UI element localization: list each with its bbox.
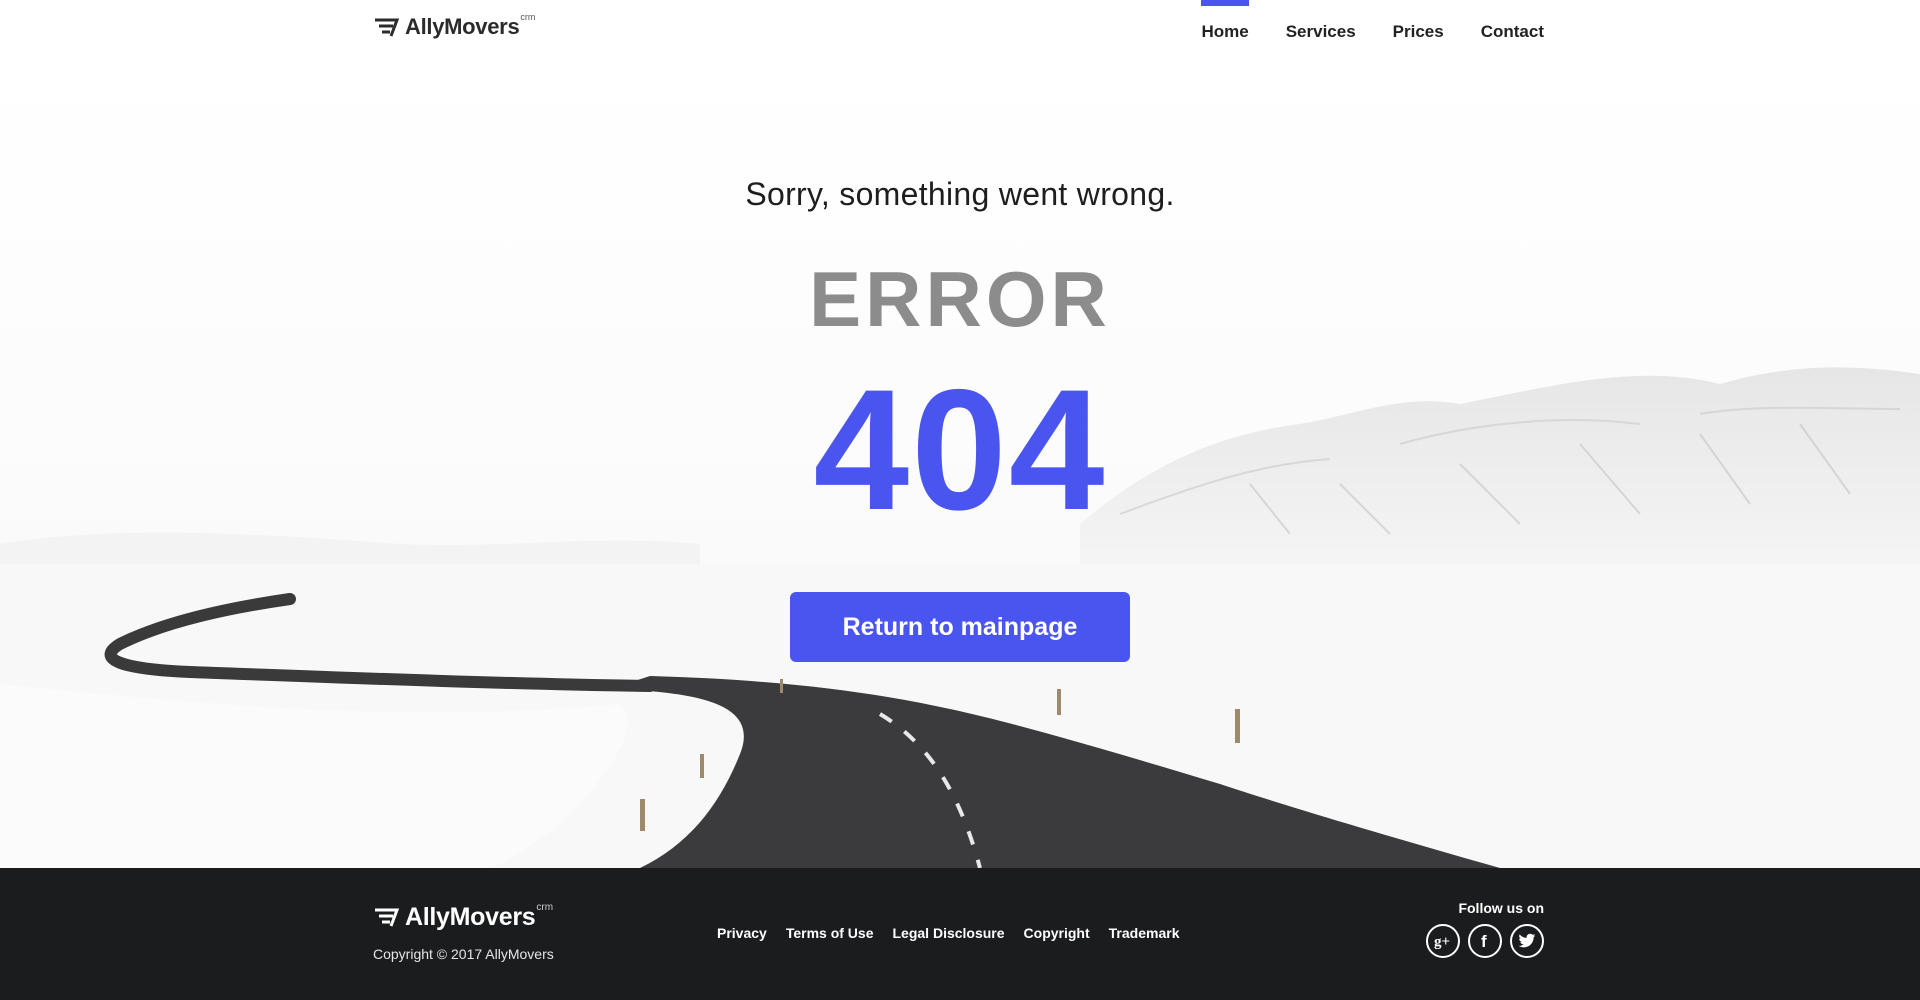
footer-logo[interactable]: AllyMovers crm <box>373 902 554 931</box>
nav-home[interactable]: Home <box>1201 0 1249 64</box>
social-links: g+ f <box>1418 924 1544 958</box>
facebook-glyph: f <box>1481 932 1487 950</box>
facebook-icon[interactable]: f <box>1468 924 1502 958</box>
footer-link-terms[interactable]: Terms of Use <box>786 925 874 941</box>
brand-name: AllyMovers <box>405 14 520 39</box>
footer-links: Privacy Terms of Use Legal Disclosure Co… <box>717 925 1198 941</box>
google-plus-glyph: g+ <box>1434 934 1450 950</box>
site-header: AllyMovers crm Home Services Prices Cont… <box>0 0 1920 64</box>
brand-sup: crm <box>520 12 536 22</box>
main-nav: Home Services Prices Contact <box>1164 0 1544 64</box>
svg-text:g+: g+ <box>1434 934 1450 950</box>
nav-prices[interactable]: Prices <box>1393 0 1444 64</box>
logo-mark-icon <box>375 18 400 37</box>
error-heading: ERROR <box>809 255 1111 343</box>
nav-contact[interactable]: Contact <box>1481 0 1544 64</box>
footer-link-copyright[interactable]: Copyright <box>1024 925 1090 941</box>
brand-logo[interactable]: AllyMovers crm <box>373 12 536 40</box>
footer-link-legal-disclosure[interactable]: Legal Disclosure <box>893 925 1005 941</box>
footer-copyright: Copyright © 2017 AllyMovers <box>373 946 554 962</box>
follow-us-label: Follow us on <box>1458 900 1544 916</box>
footer-link-trademark[interactable]: Trademark <box>1109 925 1180 941</box>
twitter-icon[interactable] <box>1510 924 1544 958</box>
twitter-glyph <box>1518 933 1536 948</box>
footer-link-privacy[interactable]: Privacy <box>717 925 767 941</box>
footer-brand-sup: crm <box>536 902 554 913</box>
error-code: 404 <box>813 354 1107 546</box>
logo-mark-icon <box>375 908 400 927</box>
nav-services[interactable]: Services <box>1286 0 1356 64</box>
return-to-mainpage-button[interactable]: Return to mainpage <box>790 592 1130 662</box>
footer-brand-name: AllyMovers <box>405 903 536 931</box>
error-message: Sorry, something went wrong. <box>745 176 1175 212</box>
svg-text:f: f <box>1481 932 1487 950</box>
site-footer: AllyMovers crm Copyright © 2017 AllyMove… <box>0 868 1920 1000</box>
google-plus-icon[interactable]: g+ <box>1426 924 1460 958</box>
hero-section: Sorry, something went wrong. ERROR 404 R… <box>0 64 1920 868</box>
